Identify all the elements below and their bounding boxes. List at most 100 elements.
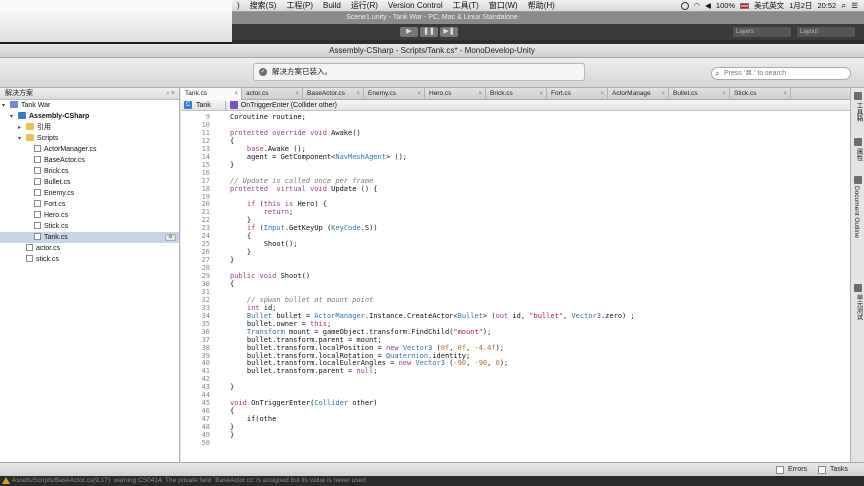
notification-center-icon[interactable]: ☰ — [851, 1, 858, 10]
line-number: 30 — [201, 279, 210, 288]
menu-item-run[interactable]: 运行(R) — [346, 0, 383, 11]
file-icon — [34, 167, 41, 174]
code-text: public void Shoot() — [230, 272, 311, 280]
line-number: 14 — [201, 152, 210, 161]
line-number: 10 — [201, 120, 210, 129]
tree-item[interactable]: Hero.cs — [0, 210, 179, 221]
dock-document-outline[interactable]: Document Outline — [853, 186, 860, 238]
tree-item[interactable]: ActorManager.cs — [0, 144, 179, 155]
document-tab-label: Brick.cs — [490, 90, 513, 97]
menu-time[interactable]: 20:52 — [817, 1, 836, 10]
document-tab[interactable]: ActorManage × — [608, 88, 669, 100]
file-icon — [34, 211, 41, 218]
menu-item-window[interactable]: 窗口(W) — [484, 0, 523, 11]
info-icon: ✓ — [259, 68, 267, 76]
document-tab[interactable]: Tank.cs × — [181, 88, 242, 100]
menu-item-search[interactable]: 搜索(S) — [245, 0, 282, 11]
code-line: 38 bullet.transform.localPosition = new … — [181, 344, 850, 352]
unity-left-area — [0, 12, 232, 42]
dock-toolbox[interactable]: 工具箱 — [853, 102, 863, 122]
item-options-icon[interactable]: ⚙ — [165, 234, 176, 241]
close-tab-icon[interactable]: × — [600, 88, 604, 100]
close-tab-icon[interactable]: × — [783, 88, 787, 100]
tree-item[interactable]: ▾ Assembly-CSharp — [0, 111, 179, 122]
errors-pad-button[interactable]: Errors — [776, 465, 807, 475]
properties-icon — [854, 138, 862, 146]
pad-options-icon[interactable]: ▫ × — [166, 88, 175, 100]
document-tab[interactable]: Stick.cs × — [730, 88, 791, 100]
menu-item-project[interactable]: 工程(P) — [281, 0, 318, 11]
tree-item[interactable]: stick.cs — [0, 254, 179, 265]
menu-item-build[interactable]: Build — [318, 1, 346, 10]
code-line: 32 // spwan bullet at mount point — [181, 296, 850, 304]
play-icon[interactable]: ▶ — [400, 27, 418, 37]
battery-percent[interactable]: 100% — [716, 1, 735, 10]
document-tab[interactable]: Brick.cs × — [486, 88, 547, 100]
spotlight-icon[interactable]: ⌕ — [841, 0, 846, 11]
notification-icon[interactable] — [680, 1, 689, 10]
document-tab[interactable]: actor.cs × — [242, 88, 303, 100]
breadcrumb-member[interactable]: OnTriggerEnter (Collider other) — [241, 100, 337, 111]
tree-item[interactable]: Enemy.cs — [0, 188, 179, 199]
menu-item-help[interactable]: 帮助(H) — [523, 0, 560, 11]
dock-unit-tests[interactable]: 单元测试 — [853, 294, 863, 320]
close-tab-icon[interactable]: × — [661, 88, 665, 100]
tree-item[interactable]: Bullet.cs — [0, 177, 179, 188]
file-icon — [26, 255, 33, 262]
menu-item-version-control[interactable]: Version Control — [383, 1, 448, 10]
document-tab[interactable]: BaseActor.cs × — [303, 88, 364, 100]
code-text: bullet.owner = this; — [230, 319, 332, 328]
close-tab-icon[interactable]: × — [722, 88, 726, 100]
document-tab[interactable]: Hero.cs × — [425, 88, 486, 100]
close-tab-icon[interactable]: × — [295, 88, 299, 100]
code-text-area[interactable]: 9 Coroutine routine; 10 11 protected overrid… — [181, 112, 850, 462]
close-tab-icon[interactable]: × — [234, 88, 238, 100]
tree-item[interactable]: ▾ Scripts — [0, 133, 179, 144]
close-tab-icon[interactable]: × — [417, 88, 421, 100]
line-number: 35 — [201, 319, 210, 328]
close-tab-icon[interactable]: × — [478, 88, 482, 100]
tree-item[interactable]: ▾ Tank War — [0, 100, 179, 111]
close-tab-icon[interactable]: × — [539, 88, 543, 100]
solution-pad-header: 解决方案 ▫ × — [0, 88, 179, 100]
line-number: 33 — [201, 303, 210, 312]
code-text: base.Awake (); — [246, 144, 306, 153]
tree-item[interactable]: actor.cs — [0, 243, 179, 254]
code-text: int id; — [246, 303, 277, 312]
code-line: 36 Transform mount = gameObject.transfor… — [181, 328, 850, 336]
code-line: 14 agent = GetComponent<NavMeshAgent> ()… — [181, 153, 850, 161]
pause-icon[interactable]: ❚❚ — [420, 27, 438, 37]
input-method[interactable]: 美式英文 — [754, 0, 784, 11]
layout-dropdown[interactable]: Layout — [797, 27, 855, 37]
tree-item[interactable]: Tank.cs ⚙ — [0, 232, 179, 243]
step-icon[interactable]: ▶❚ — [440, 27, 458, 37]
layers-dropdown[interactable]: Layers — [733, 27, 791, 37]
breadcrumb-class[interactable]: Tank — [196, 100, 211, 111]
volume-icon[interactable]: ◀ — [705, 1, 711, 10]
solution-tree: ▾ Tank War ▾ Assembly-CSharp ▸ 引用 ▾ Scripts Acto… — [0, 100, 179, 265]
code-line: 23 if (Input.GetKeyUp (KeyCode.S)) — [181, 224, 850, 232]
document-tab[interactable]: Fort.cs × — [547, 88, 608, 100]
tree-item[interactable]: BaseActor.cs — [0, 155, 179, 166]
search-input[interactable]: ⌕ Press '⌘.' to search — [711, 67, 851, 80]
tree-item[interactable]: Brick.cs — [0, 166, 179, 177]
dock-properties[interactable]: 属性 — [853, 148, 863, 161]
code-line: 12 { — [181, 137, 850, 145]
tree-item[interactable]: ▸ 引用 — [0, 122, 179, 133]
tree-item[interactable]: Fort.cs — [0, 199, 179, 210]
line-number: 12 — [201, 136, 210, 145]
wifi-icon[interactable]: ◠ — [694, 1, 701, 10]
close-tab-icon[interactable]: × — [356, 88, 360, 100]
menu-date[interactable]: 1月2日 — [789, 0, 812, 11]
unity-console-bar[interactable]: Assets/Scripts/BaseActor.cs(9,17): warni… — [0, 476, 864, 486]
code-line: 39 bullet.transform.localRotation = Quat… — [181, 352, 850, 360]
line-number: 21 — [201, 208, 210, 217]
tasks-pad-button[interactable]: Tasks — [818, 465, 848, 475]
menu-item-tools[interactable]: 工具(T) — [448, 0, 484, 11]
menu-item-paren[interactable]: ) — [232, 1, 245, 10]
line-number: 49 — [201, 431, 210, 439]
outline-icon — [854, 176, 862, 184]
document-tab[interactable]: Enemy.cs × — [364, 88, 425, 100]
document-tab[interactable]: Bullet.cs × — [669, 88, 730, 100]
tree-item[interactable]: Stick.cs — [0, 221, 179, 232]
